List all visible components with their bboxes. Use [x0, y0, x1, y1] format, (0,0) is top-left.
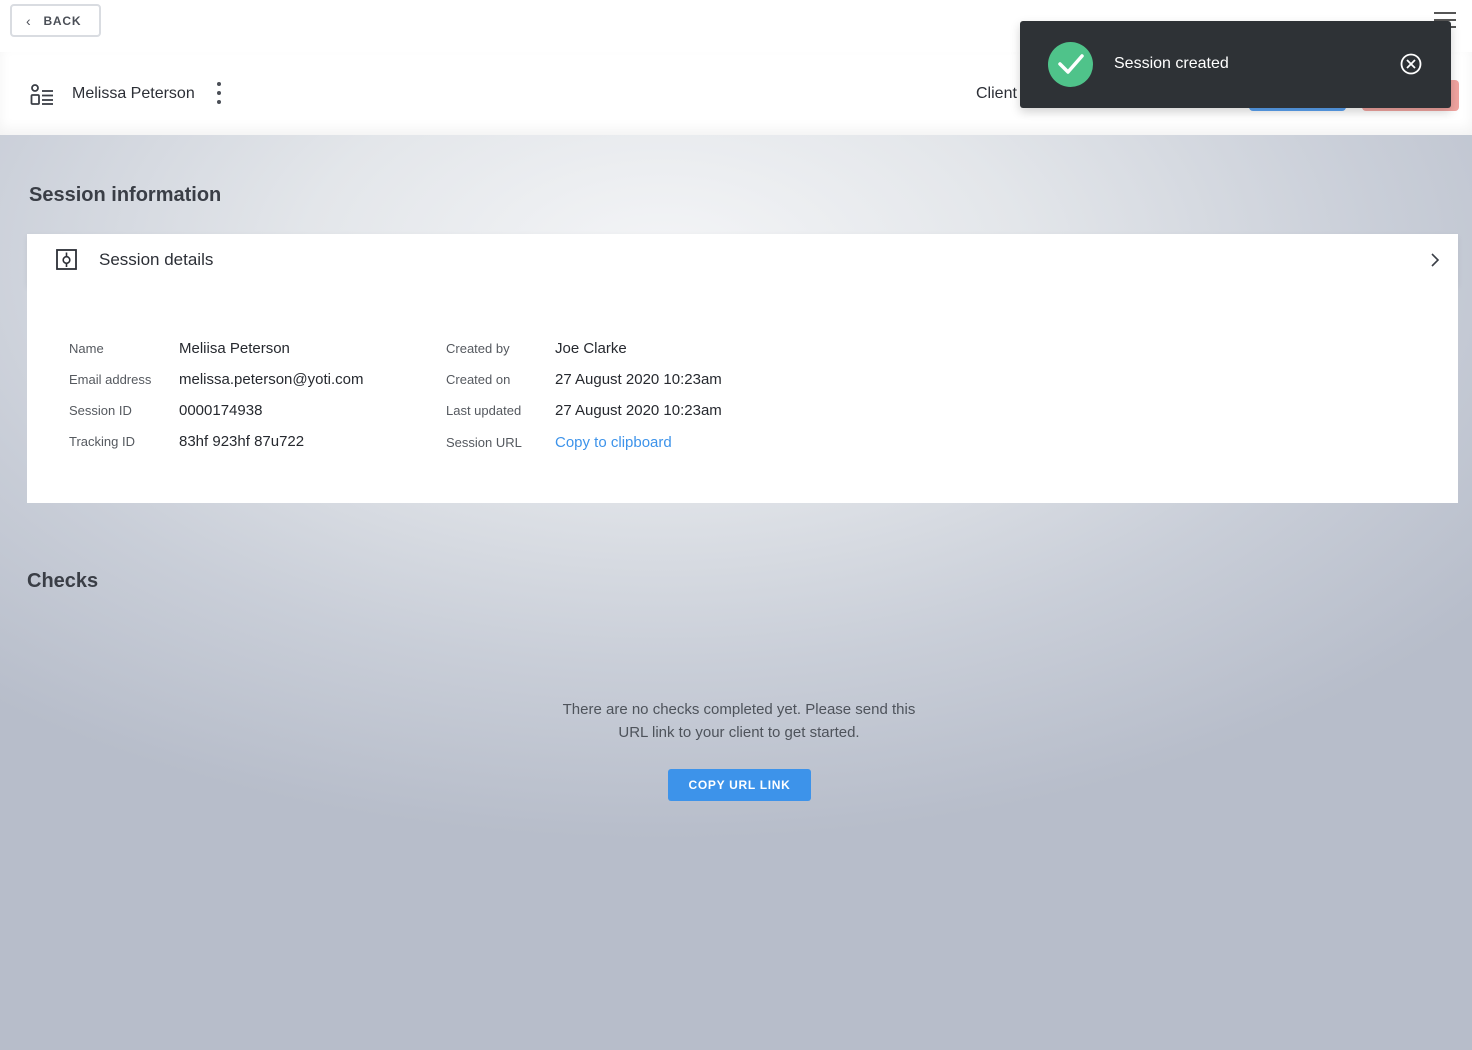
created-on-value: 27 August 2020 10:23am	[555, 371, 722, 388]
last-updated-value: 27 August 2020 10:23am	[555, 402, 722, 419]
more-options-icon[interactable]	[214, 82, 224, 108]
toast-notification: Session created	[1020, 21, 1451, 108]
tracking-id-label: Tracking ID	[69, 434, 135, 449]
created-by-value: Joe Clarke	[555, 340, 627, 357]
last-updated-label: Last updated	[446, 403, 522, 418]
chevron-right-icon	[1431, 253, 1440, 267]
created-on-label: Created on	[446, 372, 511, 387]
client-profile-icon	[30, 84, 53, 105]
empty-checks-message: There are no checks completed yet. Pleas…	[520, 698, 958, 744]
success-check-icon	[1048, 42, 1093, 87]
name-label: Name	[69, 341, 104, 356]
copy-to-clipboard-link[interactable]: Copy to clipboard	[555, 434, 672, 451]
checks-heading: Checks	[27, 570, 99, 592]
session-details-icon	[56, 249, 77, 270]
name-value: Meliisa Peterson	[179, 340, 290, 357]
copy-url-link-button[interactable]: COPY URL LINK	[668, 769, 811, 801]
back-button[interactable]: ‹ BACK	[10, 4, 101, 37]
session-id-value: 0000174938	[179, 402, 263, 419]
session-id-label: Session ID	[69, 403, 132, 418]
session-details-toggle[interactable]: Session details	[27, 234, 1458, 286]
chevron-left-icon: ‹	[26, 12, 32, 29]
created-by-label: Created by	[446, 341, 510, 356]
empty-checks-line-1: There are no checks completed yet. Pleas…	[562, 701, 916, 718]
client-name: Melissa Peterson	[72, 85, 195, 102]
client-label: Client	[976, 85, 1017, 102]
session-details-body: Name Meliisa Peterson Email address meli…	[27, 286, 1458, 503]
tracking-id-value: 83hf 923hf 87u722	[179, 433, 305, 450]
email-value: melissa.peterson@yoti.com	[179, 371, 364, 388]
toast-message: Session created	[1114, 55, 1229, 72]
session-details-title: Session details	[99, 250, 214, 269]
empty-checks-line-2: URL link to your client to get started.	[618, 724, 860, 741]
session-url-label: Session URL	[446, 435, 522, 450]
back-button-label: BACK	[43, 13, 82, 28]
close-icon[interactable]	[1400, 53, 1422, 75]
session-information-heading: Session information	[29, 184, 222, 206]
email-label: Email address	[69, 372, 152, 387]
